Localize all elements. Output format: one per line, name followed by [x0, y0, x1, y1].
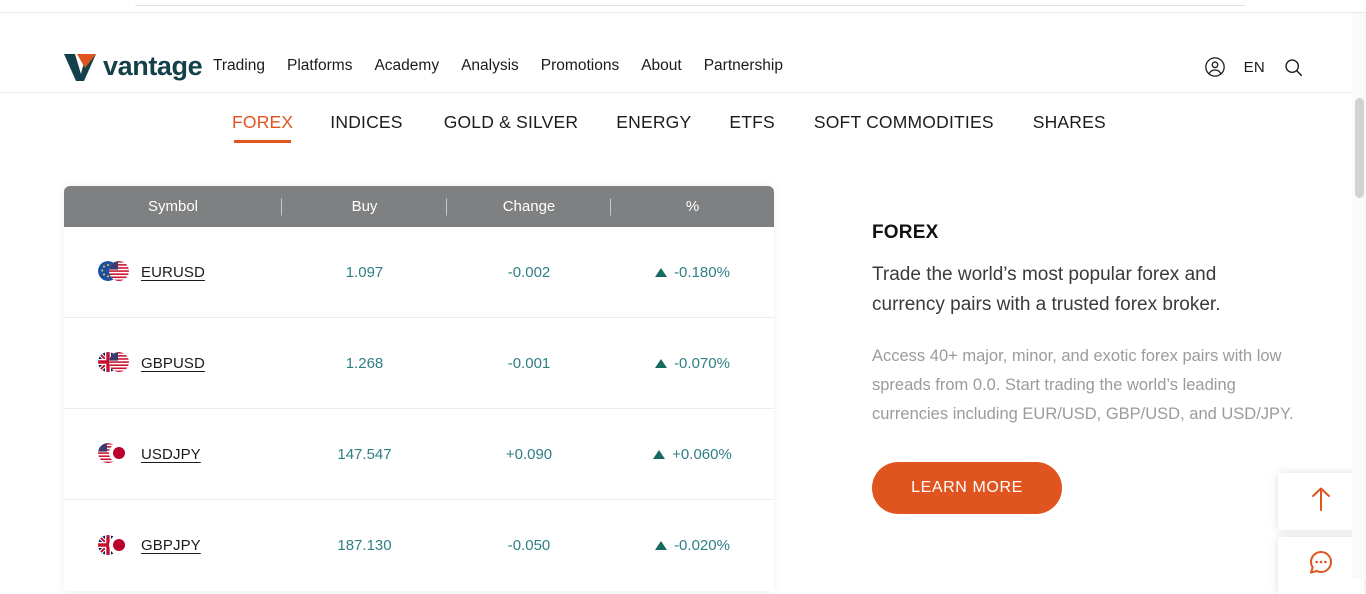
category-info-panel: FOREX Trade the world’s most popular for…	[872, 222, 1302, 514]
cell-symbol: GBPJPY	[64, 535, 282, 557]
cell-symbol: EURUSD	[64, 261, 282, 283]
column-header-buy-label: Buy	[352, 198, 378, 215]
symbol-link[interactable]: GBPJPY	[141, 537, 201, 554]
percent-value: -0.020%	[674, 537, 730, 554]
column-header-percent: %	[611, 198, 774, 215]
column-header-change: Change	[447, 198, 611, 215]
main-navigation: Trading Platforms Academy Analysis Promo…	[213, 57, 805, 75]
cell-buy: 1.268	[282, 355, 447, 372]
cell-change: -0.050	[447, 537, 611, 554]
flag-jp-icon	[109, 443, 129, 463]
cell-buy: 147.547	[282, 446, 447, 463]
cell-percent: -0.180%	[611, 264, 774, 281]
tab-indices[interactable]: INDICES	[330, 112, 402, 133]
column-header-change-label: Change	[503, 198, 556, 215]
cell-change: -0.001	[447, 355, 611, 372]
cell-symbol: USDJPY	[64, 443, 282, 465]
cell-buy: 1.097	[282, 264, 447, 281]
info-title: FOREX	[872, 222, 1302, 244]
column-header-symbol: Symbol	[64, 198, 282, 215]
search-icon[interactable]	[1283, 57, 1304, 78]
vantage-v-logo-icon	[64, 52, 96, 82]
tab-forex[interactable]: FOREX	[232, 112, 293, 133]
flag-jp-icon	[109, 535, 129, 555]
quotes-table: Symbol Buy Change %	[64, 186, 774, 591]
symbol-link[interactable]: GBPUSD	[141, 355, 205, 372]
cell-percent: +0.060%	[611, 446, 774, 463]
logo[interactable]: vantage	[64, 51, 202, 82]
cell-change: +0.090	[447, 446, 611, 463]
header-actions: EN	[1204, 56, 1304, 78]
tab-etfs[interactable]: ETFS	[729, 112, 775, 133]
tab-shares[interactable]: SHARES	[1033, 112, 1106, 133]
nav-item-analysis[interactable]: Analysis	[461, 57, 541, 75]
cell-buy: 187.130	[282, 537, 447, 554]
cell-percent: -0.020%	[611, 537, 774, 554]
nav-item-platforms[interactable]: Platforms	[287, 57, 374, 75]
chat-bubble-icon	[1307, 549, 1335, 582]
flag-pair-icon	[98, 443, 130, 465]
column-header-buy: Buy	[282, 198, 447, 215]
learn-more-button[interactable]: LEARN MORE	[872, 462, 1062, 514]
nav-item-trading[interactable]: Trading	[213, 57, 287, 75]
percent-value: +0.060%	[672, 446, 732, 463]
trend-up-icon	[655, 541, 667, 550]
table-row[interactable]: GBPJPY 187.130 -0.050 -0.020%	[64, 500, 774, 591]
flag-us-icon	[109, 261, 129, 281]
flag-us-icon	[109, 352, 129, 372]
column-header-percent-label: %	[686, 198, 699, 215]
site-header: vantage Trading Platforms Academy Analys…	[0, 13, 1366, 93]
cell-change: -0.002	[447, 264, 611, 281]
table-header-row: Symbol Buy Change %	[64, 186, 774, 227]
account-circle-icon[interactable]	[1204, 56, 1226, 78]
language-selector[interactable]: EN	[1244, 59, 1265, 76]
page-scrollbar[interactable]	[1352, 13, 1366, 579]
cell-percent: -0.070%	[611, 355, 774, 372]
browser-edge-line	[135, 5, 1245, 6]
flag-pair-icon	[98, 535, 130, 557]
trend-up-icon	[655, 268, 667, 277]
flag-pair-icon	[98, 352, 130, 374]
table-row[interactable]: USDJPY 147.547 +0.090 +0.060%	[64, 409, 774, 500]
percent-value: -0.180%	[674, 264, 730, 281]
category-tabs: FOREX INDICES GOLD & SILVER ENERGY ETFS …	[0, 94, 1366, 150]
flag-pair-icon	[98, 261, 130, 283]
cell-symbol: GBPUSD	[64, 352, 282, 374]
nav-item-partnership[interactable]: Partnership	[704, 57, 805, 75]
column-header-symbol-label: Symbol	[148, 198, 198, 215]
logo-text: vantage	[103, 51, 202, 82]
nav-item-promotions[interactable]: Promotions	[541, 57, 641, 75]
trend-up-icon	[653, 450, 665, 459]
info-lead-text: Trade the world’s most popular forex and…	[872, 260, 1272, 320]
table-row[interactable]: EURUSD 1.097 -0.002 -0.180%	[64, 227, 774, 318]
symbol-link[interactable]: USDJPY	[141, 446, 201, 463]
tab-soft-commodities[interactable]: SOFT COMMODITIES	[814, 112, 994, 133]
scrollbar-thumb[interactable]	[1355, 98, 1364, 198]
percent-value: -0.070%	[674, 355, 730, 372]
info-body-text: Access 40+ major, minor, and exotic fore…	[872, 342, 1300, 429]
nav-item-about[interactable]: About	[641, 57, 704, 75]
table-row[interactable]: GBPUSD 1.268 -0.001 -0.070%	[64, 318, 774, 409]
arrow-up-icon	[1308, 485, 1334, 518]
trend-up-icon	[655, 359, 667, 368]
tab-energy[interactable]: ENERGY	[616, 112, 691, 133]
symbol-link[interactable]: EURUSD	[141, 264, 205, 281]
tab-gold-silver[interactable]: GOLD & SILVER	[444, 112, 579, 133]
nav-item-academy[interactable]: Academy	[374, 57, 461, 75]
